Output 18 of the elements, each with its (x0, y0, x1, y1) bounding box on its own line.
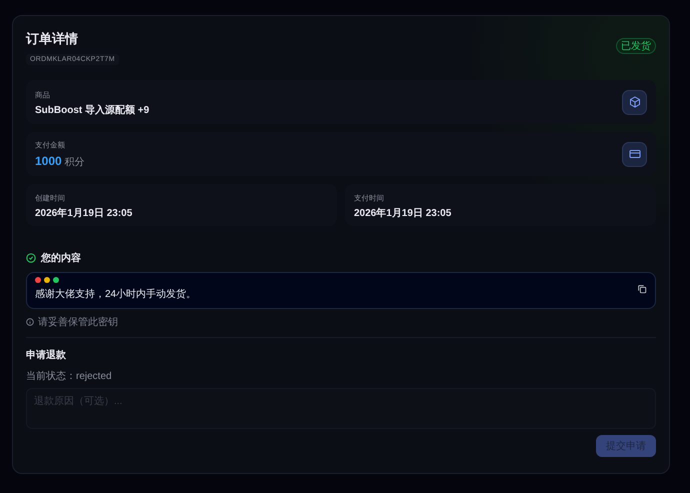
copy-icon[interactable] (637, 284, 647, 294)
section-title: 您的内容 (41, 251, 81, 265)
check-circle-icon (26, 253, 36, 263)
content-text: 感谢大佬支持，24小时内手动发货。 (35, 288, 196, 301)
status-badge: 已发货 (616, 38, 656, 54)
unit-label: 积分 (64, 157, 85, 168)
package-icon (622, 90, 647, 114)
info-icon (26, 318, 34, 326)
field-value: 2026年1月19日 23:05 (35, 206, 134, 220)
section-title: 申请退款 (26, 348, 67, 362)
amount-value: 1000 (35, 154, 62, 168)
field-value: SubBoost 导入源配额 +9 (35, 103, 150, 116)
card-icon (622, 142, 647, 166)
refund-status: 当前状态：rejected (26, 370, 113, 383)
page-title: 订单详情 (26, 30, 79, 48)
window-dots-drawing (35, 277, 59, 283)
hint-text: 请妥善保管此密钥 (38, 316, 118, 329)
field-value: 2026年1月19日 23:05 (354, 206, 452, 220)
